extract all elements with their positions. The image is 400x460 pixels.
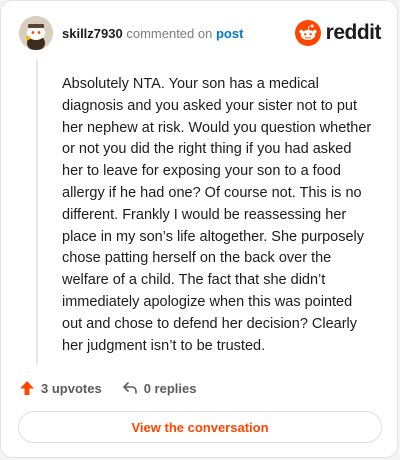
- comment-body: Absolutely NTA. Your son has a medical d…: [62, 76, 372, 354]
- comment-card: skillz7930 commented on post reddit Abso…: [0, 0, 398, 458]
- username-link[interactable]: skillz7930: [62, 26, 123, 41]
- reply-count: 0 replies: [143, 380, 197, 396]
- reddit-logo[interactable]: reddit: [294, 20, 382, 46]
- upvote-count: 3 upvotes: [41, 380, 102, 396]
- upvote-button[interactable]: 3 upvotes: [19, 380, 102, 396]
- reddit-snoo-icon: [294, 20, 321, 46]
- upvote-arrow-icon: [20, 381, 34, 395]
- avatar[interactable]: [19, 16, 53, 50]
- reply-button[interactable]: 0 replies: [122, 380, 197, 396]
- comment-actions: 3 upvotes 0 replies: [19, 377, 196, 399]
- comment-meta: skillz7930 commented on post: [62, 26, 243, 41]
- view-conversation-button[interactable]: View the conversation: [18, 411, 382, 443]
- reply-arrow-icon: [122, 382, 137, 394]
- comment-header: skillz7930 commented on post reddit: [19, 15, 382, 51]
- commented-on-text: commented on: [126, 25, 213, 41]
- reddit-wordmark: reddit: [325, 21, 382, 44]
- thread-line: [36, 59, 38, 365]
- avatar-snoo-icon: [19, 16, 53, 50]
- post-link[interactable]: post: [216, 26, 243, 41]
